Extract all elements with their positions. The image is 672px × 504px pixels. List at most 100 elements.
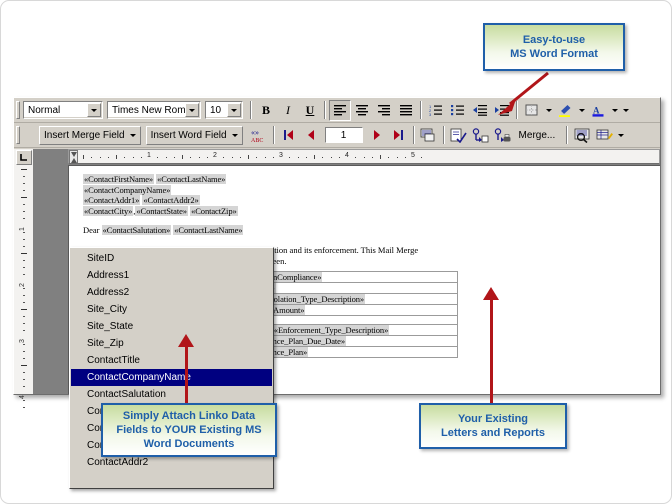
view-merged-data-icon: «» ABC xyxy=(251,128,263,143)
font-color-button[interactable]: A xyxy=(587,100,609,121)
ruler-number: 2 xyxy=(213,152,217,159)
insert-word-field-label: Insert Word Field xyxy=(150,129,227,141)
previous-record-button[interactable] xyxy=(300,125,322,146)
merge-field: «ContactSalutation» xyxy=(101,225,172,235)
ruler-tick xyxy=(380,155,381,159)
ruler-tick xyxy=(396,157,398,158)
toolbar-grip[interactable] xyxy=(16,101,20,119)
style-selector-value: Normal xyxy=(28,104,61,116)
tab-stop-selector-button[interactable] xyxy=(15,150,32,165)
dropdown-item-siteid[interactable]: SiteID xyxy=(71,250,272,267)
check-errors-icon xyxy=(450,128,467,143)
decrease-indent-icon xyxy=(473,105,487,116)
ruler-number: 4 xyxy=(345,152,349,159)
toolbar-divider xyxy=(272,126,275,144)
dropdown-item-address1[interactable]: Address1 xyxy=(71,267,272,284)
align-right-button[interactable] xyxy=(373,100,395,121)
toolbar-overflow-button[interactable] xyxy=(620,100,631,121)
dropdown-item-address2[interactable]: Address2 xyxy=(71,284,272,301)
ruler-number: 4 xyxy=(19,395,26,399)
toolbar-divider xyxy=(324,101,326,119)
toolbar-grip[interactable] xyxy=(16,126,20,144)
ruler-tick xyxy=(23,267,25,268)
record-number-field[interactable]: 1 xyxy=(324,127,363,143)
merge-field: «ContactZip» xyxy=(190,205,238,216)
font-size-selector[interactable]: 10 xyxy=(205,101,243,119)
callout-line: Letters and Reports xyxy=(441,427,545,439)
align-right-icon xyxy=(378,105,390,116)
ruler-tick xyxy=(272,157,274,158)
ruler-tick xyxy=(256,157,258,158)
dropdown-item-site_city[interactable]: Site_City xyxy=(71,301,272,318)
merge-field: «ContactState» xyxy=(135,205,188,216)
bulleted-list-button[interactable] xyxy=(447,100,469,121)
first-record-button[interactable] xyxy=(278,125,300,146)
italic-button[interactable]: I xyxy=(277,100,299,121)
align-justify-button[interactable] xyxy=(395,100,417,121)
merge-button[interactable]: Merge... xyxy=(516,126,559,145)
dropdown-item-site_zip[interactable]: Site_Zip xyxy=(71,335,272,352)
ruler-tick xyxy=(190,157,192,158)
style-selector-chevron-down-icon[interactable] xyxy=(87,103,101,117)
ruler-tick xyxy=(23,330,25,331)
ruler-tick xyxy=(21,309,27,310)
check-errors-button[interactable] xyxy=(448,125,470,146)
last-record-button[interactable] xyxy=(388,125,410,146)
font-selector[interactable]: Times New Roman xyxy=(107,101,201,119)
font-selector-chevron-down-icon[interactable] xyxy=(185,103,199,117)
align-left-button[interactable] xyxy=(329,99,351,121)
ruler-tick xyxy=(330,157,332,158)
vertical-ruler-ticks: 1 2 3 4 xyxy=(14,165,33,408)
numbered-list-button[interactable]: 123 xyxy=(425,100,447,121)
ruler-tick xyxy=(23,302,25,303)
style-selector[interactable]: Normal xyxy=(23,101,103,119)
view-merged-data-button[interactable]: «» ABC xyxy=(248,125,270,146)
dropdown-item-site_state[interactable]: Site_State xyxy=(71,318,272,335)
insert-merge-field-button[interactable]: Insert Merge Field xyxy=(39,125,141,145)
toolbar-divider xyxy=(412,126,415,144)
ruler-tick xyxy=(116,155,117,159)
bold-button[interactable]: B xyxy=(255,100,277,121)
decrease-indent-button[interactable] xyxy=(469,100,491,121)
mail-merge-helper-button[interactable] xyxy=(418,125,440,146)
underline-button[interactable]: U xyxy=(299,100,321,121)
ruler-tick xyxy=(83,155,84,159)
align-justify-icon xyxy=(400,105,412,116)
merge-to-new-document-icon xyxy=(472,127,489,142)
svg-text:3: 3 xyxy=(429,112,432,116)
toolbar-divider xyxy=(566,126,569,144)
dropdown-item-contactsalutation[interactable]: ContactSalutation xyxy=(71,386,272,403)
mail-merge-helper-icon xyxy=(420,128,435,141)
ruler-tick xyxy=(165,157,167,158)
dropdown-item-contacttitle[interactable]: ContactTitle xyxy=(71,352,272,369)
dropdown-item-contactcompanyname[interactable]: ContactCompanyName xyxy=(71,369,272,386)
highlight-chevron-down-icon[interactable] xyxy=(576,100,587,121)
font-color-chevron-down-icon[interactable] xyxy=(609,100,620,121)
ruler-tick xyxy=(140,157,142,158)
edit-data-source-button[interactable] xyxy=(593,125,615,146)
align-center-button[interactable] xyxy=(351,100,373,121)
svg-text:ABC: ABC xyxy=(251,138,263,143)
insert-word-field-button[interactable]: Insert Word Field xyxy=(145,125,243,145)
ruler-tick xyxy=(23,407,25,408)
ruler-tick xyxy=(338,157,340,158)
callout-line: Easy-to-use xyxy=(522,34,586,46)
ruler-tick xyxy=(404,157,406,158)
callout-arrow-left-head xyxy=(178,334,194,347)
callout-arrow-diagonal xyxy=(498,71,549,115)
ruler-tick xyxy=(23,379,25,380)
mail-merge-overflow-button[interactable] xyxy=(615,125,626,146)
callout-arrow-right-shaft xyxy=(490,299,493,403)
salutation-line: Dear «ContactSalutation» «ContactLastNam… xyxy=(83,225,648,236)
ruler-tick xyxy=(23,316,25,317)
merge-to-new-document-button[interactable] xyxy=(470,125,492,146)
find-record-button[interactable] xyxy=(571,125,593,146)
highlight-button[interactable] xyxy=(554,100,576,121)
next-record-button[interactable] xyxy=(366,125,388,146)
ruler-tick xyxy=(23,288,25,289)
find-record-icon xyxy=(574,128,590,143)
font-size-chevron-down-icon[interactable] xyxy=(227,103,241,117)
ruler-number: 3 xyxy=(19,339,26,343)
merge-to-printer-button[interactable] xyxy=(492,125,514,146)
ruler-tick xyxy=(322,157,324,158)
